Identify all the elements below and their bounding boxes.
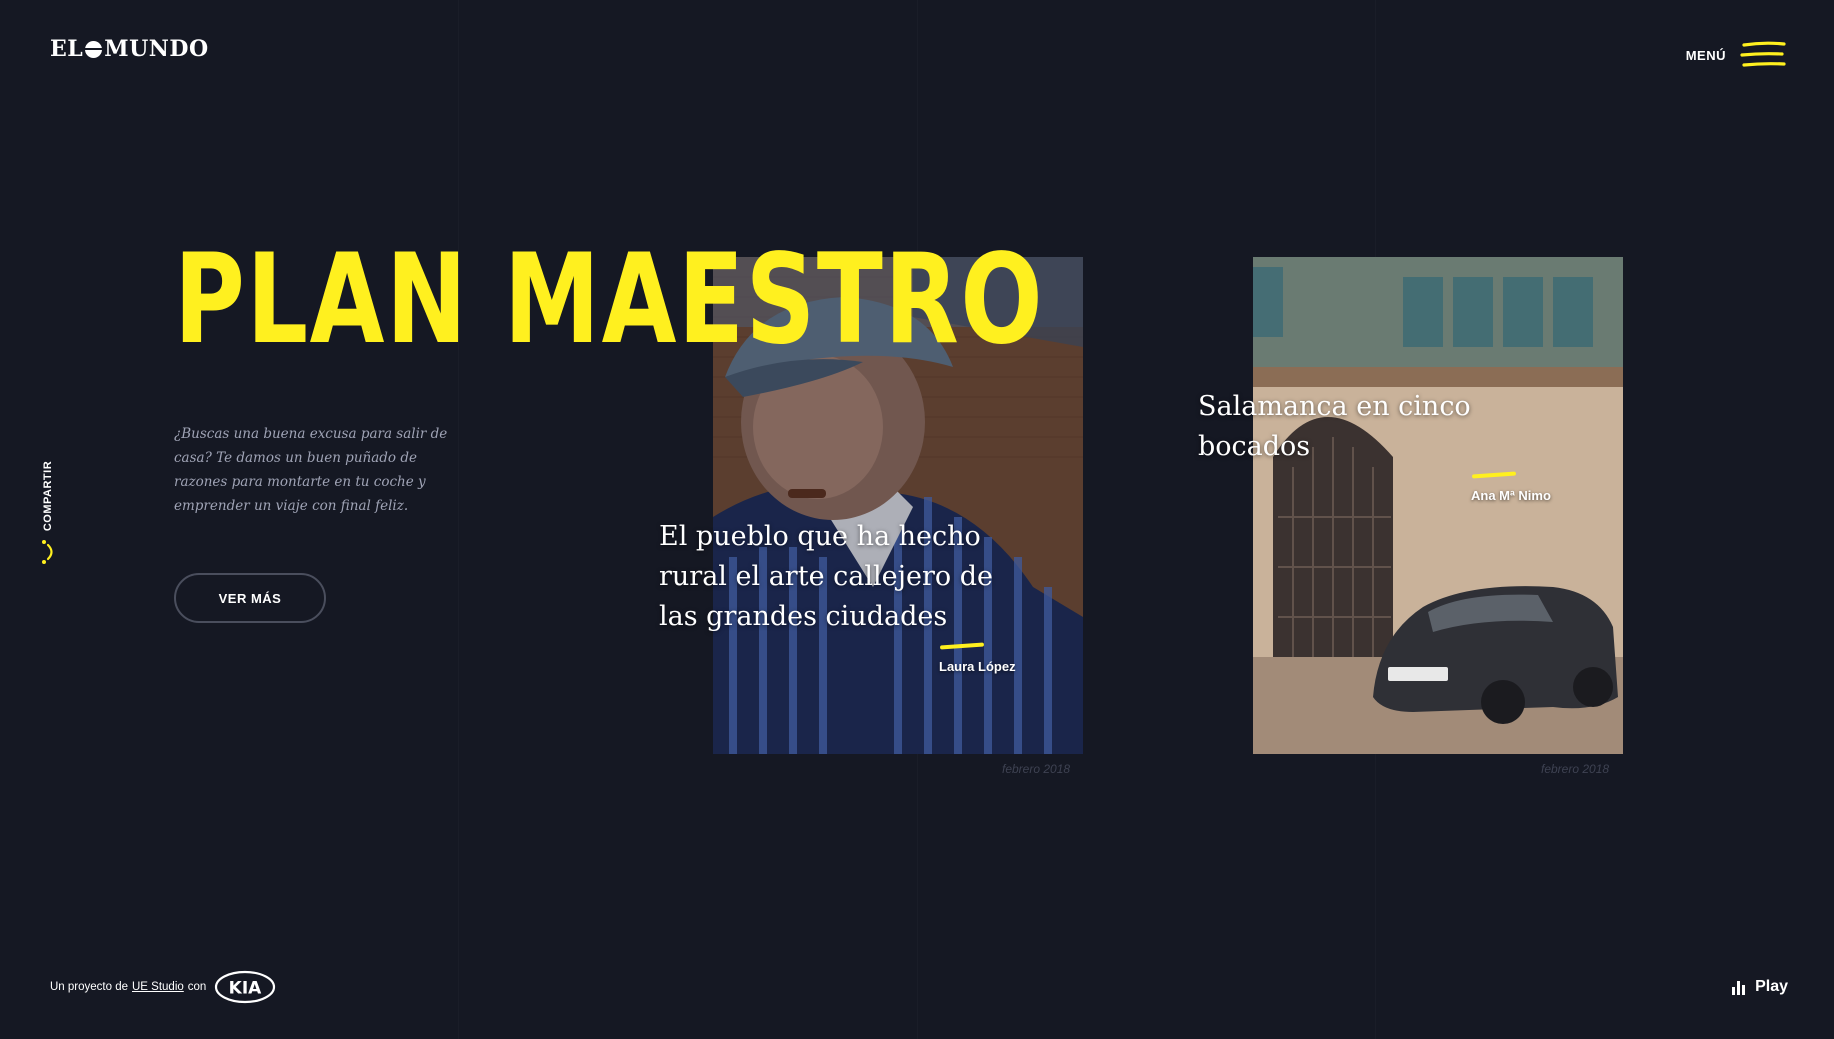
card-author: Ana Mª Nimo [1471, 488, 1551, 503]
share-label: COMPARTIR [42, 460, 54, 532]
menu-button[interactable]: MENÚ [1686, 40, 1786, 70]
building-and-car-icon [1253, 257, 1623, 754]
footer-credit: Un proyecto de UE Studio con KIA [50, 970, 276, 1004]
logo-text-left: EL [50, 36, 84, 62]
hamburger-menu-icon [1740, 41, 1786, 67]
logo-text-right: MUNDO [104, 36, 209, 62]
grid-guide [458, 0, 459, 1039]
audio-bars-icon [1732, 981, 1746, 995]
card-image-salamanca[interactable] [1253, 257, 1623, 754]
hero-title: PLAN MAESTRO [174, 228, 1045, 372]
credit-suffix: con [187, 981, 207, 993]
card-author: Laura López [939, 659, 1016, 674]
ver-mas-button[interactable]: VER MÁS [174, 573, 326, 623]
card-date: febrero 2018 [1002, 762, 1071, 776]
menu-label: MENÚ [1685, 47, 1726, 63]
play-label: Play [1755, 978, 1788, 995]
ue-studio-link[interactable]: UE Studio [132, 981, 184, 993]
hero-description: ¿Buscas una buena excusa para salir de c… [174, 426, 448, 514]
credit-prefix: Un proyecto de [50, 981, 128, 993]
card-title[interactable]: El pueblo que ha hecho rural el arte cal… [659, 517, 1039, 637]
elmundo-logo[interactable]: EL MUNDO [50, 36, 209, 62]
kia-logo-icon[interactable]: KIA [214, 970, 276, 1004]
smile-share-icon [42, 540, 53, 564]
card-date: febrero 2018 [1541, 762, 1610, 776]
globe-icon [85, 40, 103, 58]
card-title[interactable]: Salamanca en cinco bocados [1198, 387, 1488, 467]
kia-logo-text: KIA [229, 979, 262, 999]
play-button[interactable]: Play [1731, 978, 1788, 996]
share-button[interactable]: COMPARTIR [36, 460, 60, 570]
